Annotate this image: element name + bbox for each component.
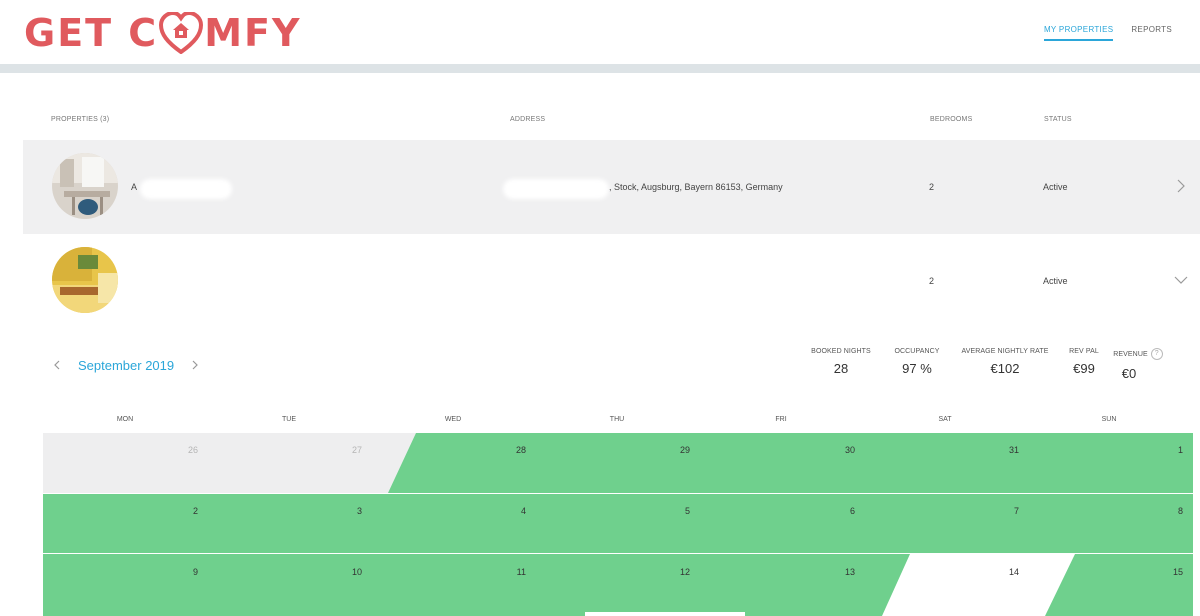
- day-number[interactable]: 13: [845, 567, 855, 577]
- day-number[interactable]: 14: [1009, 567, 1019, 577]
- day-number[interactable]: 5: [685, 506, 690, 516]
- day-number[interactable]: 28: [516, 445, 526, 455]
- available-day: [585, 612, 745, 616]
- day-number[interactable]: 6: [850, 506, 855, 516]
- day-number[interactable]: 1: [1178, 445, 1183, 455]
- available-day[interactable]: [882, 554, 1075, 616]
- day-number[interactable]: 12: [680, 567, 690, 577]
- day-number[interactable]: 4: [521, 506, 526, 516]
- booking-block[interactable]: [43, 494, 1193, 553]
- day-number[interactable]: 7: [1014, 506, 1019, 516]
- day-number[interactable]: 31: [1009, 445, 1019, 455]
- day-number[interactable]: 9: [193, 567, 198, 577]
- day-number[interactable]: 11: [517, 567, 526, 577]
- calendar-grid: 26 27 28 29 30 31 1 2 3 4 5 6 7 8 9 10 1…: [43, 433, 1193, 616]
- day-number[interactable]: 10: [352, 567, 362, 577]
- day-number[interactable]: 27: [352, 445, 362, 455]
- day-number[interactable]: 3: [357, 506, 362, 516]
- day-number[interactable]: 30: [845, 445, 855, 455]
- booking-block[interactable]: [388, 433, 1193, 493]
- day-number[interactable]: 29: [680, 445, 690, 455]
- day-number[interactable]: 15: [1173, 567, 1183, 577]
- day-number[interactable]: 2: [193, 506, 198, 516]
- day-number[interactable]: 8: [1178, 506, 1183, 516]
- day-number[interactable]: 26: [188, 445, 198, 455]
